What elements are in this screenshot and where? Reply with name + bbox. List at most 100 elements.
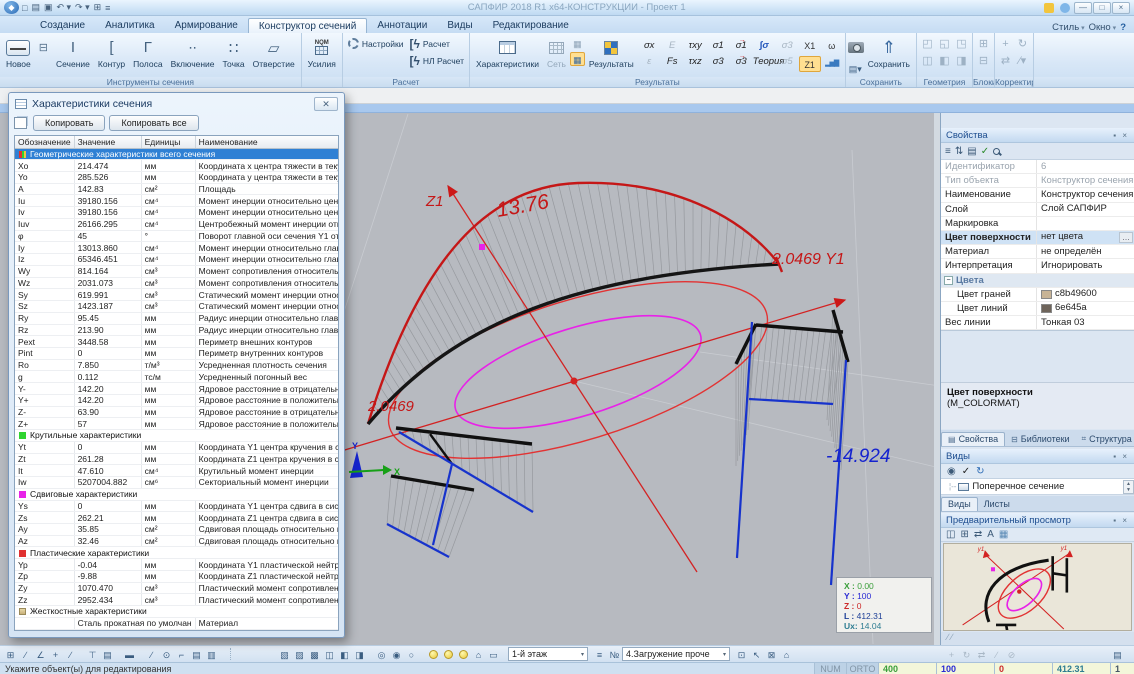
preview-text-icon[interactable]: A bbox=[987, 529, 994, 540]
table-row[interactable]: Pext3448.58ммПериметр внешних контуров bbox=[15, 336, 339, 348]
table-row[interactable]: Wz2031.073см³Момент сопротивления относи… bbox=[15, 277, 339, 289]
ellipsis-button[interactable]: … bbox=[1119, 232, 1133, 243]
corner-menu-item[interactable]: Стиль bbox=[1052, 22, 1084, 33]
preview-axes-icon[interactable]: ⊞ bbox=[960, 529, 968, 540]
panel-toggle-icon[interactable]: ▤ bbox=[1110, 647, 1125, 661]
table-row[interactable]: Zy1070.470см³Пластический момент сопроти… bbox=[15, 582, 339, 594]
table-row[interactable]: Iy13013.860см⁴Момент инерции относительн… bbox=[15, 242, 339, 254]
table-row[interactable]: Zp-9.88ммКоордината Z1 пластической нейт… bbox=[15, 570, 339, 582]
table-row[interactable]: Y-142.20ммЯдровое расстояние в отрицател… bbox=[15, 383, 339, 395]
views-tab-Виды[interactable]: Виды bbox=[941, 497, 978, 511]
views-pin-icon[interactable]: ▪ bbox=[1113, 452, 1118, 461]
geometry-copy-icon[interactable]: ◨ bbox=[953, 53, 970, 68]
property-row[interactable]: Цвет линий6e645a bbox=[941, 302, 1134, 316]
nl-calc-button[interactable]: [ϟ НЛ Расчет bbox=[407, 53, 467, 68]
table-row[interactable]: Z+57ммЯдровое расстояние в положительном bbox=[15, 418, 339, 430]
floor-select[interactable]: 1-й этаж▾ bbox=[508, 647, 588, 661]
frame-icon[interactable]: ▭ bbox=[486, 647, 501, 661]
slash-icon[interactable]: ∕ bbox=[989, 647, 1004, 661]
redo-icon[interactable]: ↷ ▾ bbox=[74, 2, 91, 13]
property-row[interactable]: Цвет гранейc8b49600 bbox=[941, 288, 1134, 302]
geometry-merge-icon[interactable]: ◧ bbox=[936, 53, 953, 68]
dock-tab-Библиотеки[interactable]: ⊟Библиотеки bbox=[1005, 433, 1075, 446]
view-cascade-icon[interactable]: ◫ bbox=[322, 647, 337, 661]
property-row[interactable]: Вес линииТонкая 03 bbox=[941, 316, 1134, 330]
dialog-close-button[interactable]: ✕ bbox=[314, 97, 338, 111]
table-row[interactable]: Yo285.526ммКоордината y центра тяжести в… bbox=[15, 171, 339, 183]
properties-panel-header[interactable]: Свойства ▪ × bbox=[941, 128, 1134, 143]
app-menu-button[interactable]: ◆ bbox=[4, 1, 19, 14]
apply-icon[interactable]: ✓ bbox=[981, 146, 989, 157]
x1-diagram-button[interactable]: X1 bbox=[799, 38, 821, 54]
table-row[interactable]: Zz2952.434см³Пластический момент сопроти… bbox=[15, 594, 339, 606]
table-row[interactable]: Pint0ммПериметр внутренних контуров bbox=[15, 347, 339, 359]
table-section-row[interactable]: Пластические характеристики bbox=[15, 547, 339, 559]
sheet-icon[interactable]: ▤ bbox=[100, 647, 115, 661]
table-row[interactable]: Ry95.45ммРадиус инерции относительно гла… bbox=[15, 312, 339, 324]
result-item-σ3[interactable]: σ3 bbox=[730, 54, 753, 69]
table-row[interactable]: Iv39180.156см⁴Момент инерции относительн… bbox=[15, 207, 339, 219]
snap-pen-icon[interactable]: ∕ bbox=[18, 647, 33, 661]
fit-window-icon[interactable]: ⊠ bbox=[764, 647, 779, 661]
view-settings-icon[interactable]: ◉ bbox=[947, 466, 956, 477]
paste-spec2-icon[interactable]: ▥ bbox=[204, 647, 219, 661]
table-row[interactable]: Zt261.28ммКоордината Z1 центра кручения … bbox=[15, 453, 339, 465]
ribbon-tab-3[interactable]: Армирование bbox=[165, 18, 248, 33]
table-row[interactable]: Yt0ммКоордината Y1 центра кручения в сис… bbox=[15, 441, 339, 453]
home-view-icon[interactable]: ⌂ bbox=[779, 647, 794, 661]
table-row[interactable]: Yp-0.04ммКоордината Y1 пластической нейт… bbox=[15, 559, 339, 571]
table-row[interactable]: Rz213.90ммРадиус инерции относительно гл… bbox=[15, 324, 339, 336]
property-row[interactable]: Цвет поверхностинет цвета… bbox=[941, 231, 1134, 245]
copy-icon[interactable] bbox=[14, 117, 27, 129]
new-file-icon[interactable]: □ bbox=[21, 3, 28, 13]
snapshot-camera-icon[interactable] bbox=[848, 42, 864, 53]
draw-corner-icon[interactable]: ⌐ bbox=[174, 647, 189, 661]
paste-section-button[interactable]: ⊟ bbox=[35, 34, 52, 76]
table-row[interactable]: Iw5207004.882см⁶Секториальный момент ине… bbox=[15, 477, 339, 489]
chart-button[interactable]: ▂▅▇ bbox=[821, 56, 843, 72]
categorize-icon[interactable]: ≡ bbox=[945, 146, 951, 157]
table-row[interactable]: Ay35.85см²Сдвиговая площадь относительно… bbox=[15, 524, 339, 536]
home-icon[interactable]: ⌂ bbox=[471, 647, 486, 661]
forces-button[interactable]: NQM Усилия bbox=[304, 34, 340, 76]
omega-button[interactable]: ω bbox=[821, 38, 843, 54]
views-tab-Листы[interactable]: Листы bbox=[978, 498, 1016, 511]
result-item-σ3[interactable]: σ3 bbox=[707, 54, 730, 69]
view-paste-icon[interactable]: ▨ bbox=[292, 647, 307, 661]
property-row[interactable]: ИнтерпретацияИгнорировать bbox=[941, 259, 1134, 273]
maximize-button[interactable]: □ bbox=[1093, 2, 1111, 14]
table-section-row[interactable]: Сдвиговые характеристики bbox=[15, 488, 339, 500]
characteristics-table[interactable]: ОбозначениеЗначениеЕдиницыНаименование Г… bbox=[14, 135, 339, 631]
mesh-button[interactable]: Сеть bbox=[543, 34, 570, 76]
save-table-icon[interactable]: ▤▾ bbox=[848, 61, 863, 75]
rotate-icon[interactable]: ↻ bbox=[959, 647, 974, 661]
table-header-row[interactable]: ОбозначениеЗначениеЕдиницыНаименование bbox=[15, 136, 339, 148]
z1-diagram-button[interactable]: Z1 bbox=[799, 56, 821, 72]
property-row[interactable]: Тип объектаКонструктор сечения bbox=[941, 174, 1134, 188]
snap-move-icon[interactable]: + bbox=[48, 647, 63, 661]
preview-image-icon[interactable]: ▦ bbox=[999, 529, 1008, 540]
dock-tab-Свойства[interactable]: ▤Свойства bbox=[941, 432, 1005, 446]
undo-icon[interactable]: ↶ ▾ bbox=[55, 2, 72, 13]
adjust-rotate-icon[interactable]: ↻ bbox=[1014, 36, 1031, 51]
geometry-intersect-icon[interactable]: ◳ bbox=[953, 36, 970, 51]
save-button[interactable]: ⇑ Сохранить bbox=[864, 34, 914, 76]
view-copy-icon[interactable]: ▧ bbox=[277, 647, 292, 661]
property-row[interactable]: Маркировка bbox=[941, 217, 1134, 231]
tool-button-ibeam[interactable]: IСечение bbox=[52, 34, 94, 76]
table-row[interactable]: Iz65346.451см⁴Момент инерции относительн… bbox=[15, 254, 339, 266]
view-check-icon[interactable]: ✓ bbox=[962, 466, 970, 477]
adjust-move-icon[interactable]: + bbox=[997, 36, 1014, 51]
snap-line-icon[interactable]: ∕ bbox=[63, 647, 78, 661]
draw-line-icon[interactable]: ∕ bbox=[144, 647, 159, 661]
property-group[interactable]: −Цвета bbox=[941, 274, 1134, 288]
fragment-icon[interactable]: ▦ bbox=[570, 52, 585, 66]
result-item-Теория[interactable]: Теория bbox=[753, 54, 776, 69]
result-item-τxz[interactable]: τxz bbox=[684, 54, 707, 69]
bulb-small-icon[interactable] bbox=[459, 650, 468, 659]
result-item-σ1[interactable]: σ1 bbox=[707, 38, 730, 53]
column-header[interactable]: Обозначение bbox=[15, 136, 74, 148]
mirror-icon[interactable]: ⊘ bbox=[1004, 647, 1019, 661]
sort-icon[interactable]: ⇅ bbox=[955, 146, 963, 157]
view-spinner[interactable]: ▲▼ bbox=[1123, 480, 1134, 494]
